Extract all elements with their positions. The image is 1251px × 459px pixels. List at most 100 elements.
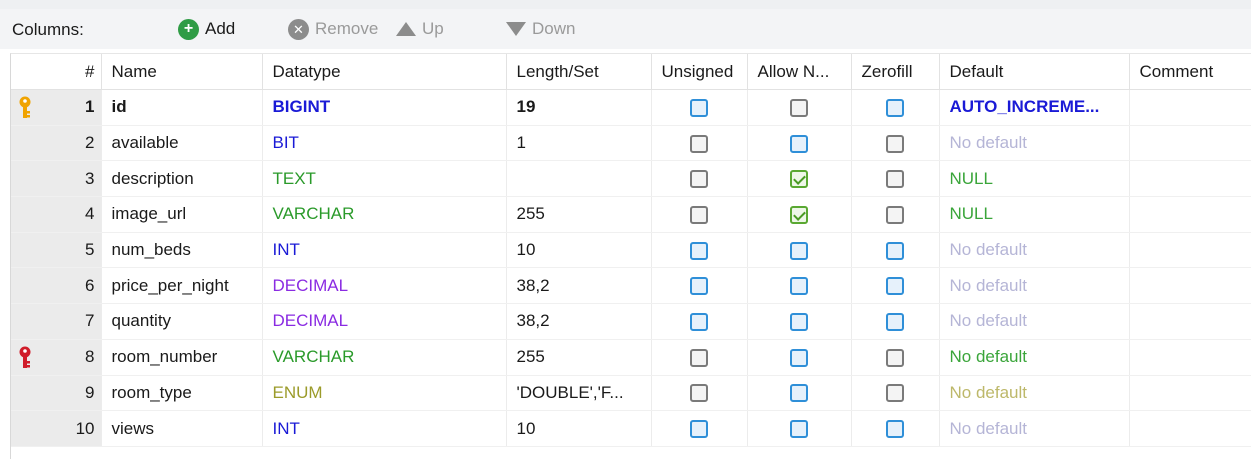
default-cell[interactable]: No default bbox=[939, 410, 1130, 447]
comment-cell[interactable] bbox=[1129, 89, 1251, 126]
allow-null-checkbox[interactable] bbox=[790, 277, 808, 296]
allow-null-checkbox[interactable] bbox=[790, 134, 808, 153]
comment-cell[interactable] bbox=[1129, 196, 1251, 233]
length-cell[interactable]: 1 bbox=[506, 125, 652, 162]
column-header-name[interactable]: Name bbox=[101, 54, 263, 90]
zerofill-checkbox[interactable] bbox=[886, 312, 904, 331]
move-down-button[interactable]: Down bbox=[506, 15, 575, 43]
unsigned-checkbox[interactable] bbox=[690, 420, 708, 439]
comment-cell[interactable] bbox=[1129, 410, 1251, 447]
comment-cell[interactable] bbox=[1129, 375, 1251, 412]
table-row[interactable]: 2 available BIT 1 No default bbox=[11, 125, 1251, 162]
zerofill-checkbox[interactable] bbox=[886, 348, 904, 367]
table-row[interactable]: 8 room_number VARCHAR 255 No default bbox=[11, 339, 1251, 376]
column-name-cell[interactable]: room_number bbox=[101, 339, 263, 376]
table-row[interactable]: 3 description TEXT NULL bbox=[11, 160, 1251, 198]
comment-cell[interactable] bbox=[1129, 232, 1251, 269]
default-cell[interactable]: No default bbox=[939, 375, 1130, 412]
zerofill-checkbox[interactable] bbox=[886, 277, 904, 296]
default-cell[interactable]: AUTO_INCREME... bbox=[939, 89, 1130, 126]
length-cell[interactable]: 19 bbox=[506, 89, 652, 126]
allow-null-checkbox[interactable] bbox=[790, 312, 808, 331]
datatype-cell[interactable]: VARCHAR bbox=[262, 339, 507, 376]
allow-null-checkbox[interactable] bbox=[790, 348, 808, 367]
zerofill-checkbox[interactable] bbox=[886, 134, 904, 153]
comment-cell[interactable] bbox=[1129, 339, 1251, 376]
default-cell[interactable]: No default bbox=[939, 303, 1130, 340]
allow-null-checkbox[interactable] bbox=[790, 384, 808, 403]
table-row[interactable]: 4 image_url VARCHAR 255 NULL bbox=[11, 196, 1251, 233]
column-name-cell[interactable]: views bbox=[101, 410, 263, 447]
table-row[interactable]: 6 price_per_night DECIMAL 38,2 No default bbox=[11, 267, 1251, 305]
length-cell[interactable]: 10 bbox=[506, 232, 652, 269]
default-cell[interactable]: No default bbox=[939, 125, 1130, 162]
datatype-cell[interactable]: ENUM bbox=[262, 375, 507, 412]
default-cell[interactable]: No default bbox=[939, 267, 1130, 305]
unsigned-checkbox[interactable] bbox=[690, 241, 708, 260]
zerofill-checkbox[interactable] bbox=[886, 420, 904, 439]
allow-null-checkbox[interactable] bbox=[790, 205, 808, 224]
zerofill-checkbox[interactable] bbox=[886, 98, 904, 117]
column-header-zerofill[interactable]: Zerofill bbox=[851, 54, 940, 90]
unsigned-checkbox[interactable] bbox=[690, 205, 708, 224]
column-header-datatype[interactable]: Datatype bbox=[262, 54, 507, 90]
column-name-cell[interactable]: image_url bbox=[101, 196, 263, 233]
length-cell[interactable] bbox=[506, 160, 652, 198]
length-cell[interactable]: 38,2 bbox=[506, 303, 652, 340]
add-column-button[interactable]: + Add bbox=[178, 15, 235, 43]
unsigned-checkbox[interactable] bbox=[690, 170, 708, 189]
comment-cell[interactable] bbox=[1129, 303, 1251, 340]
zerofill-checkbox[interactable] bbox=[886, 241, 904, 260]
datatype-cell[interactable]: VARCHAR bbox=[262, 196, 507, 233]
default-cell[interactable]: No default bbox=[939, 339, 1130, 376]
comment-cell[interactable] bbox=[1129, 160, 1251, 198]
table-row[interactable]: 1 id BIGINT 19 AUTO_INCREME... bbox=[11, 89, 1251, 126]
column-header-unsigned[interactable]: Unsigned bbox=[651, 54, 748, 90]
length-cell[interactable]: 'DOUBLE','F... bbox=[506, 375, 652, 412]
zerofill-checkbox[interactable] bbox=[886, 170, 904, 189]
comment-cell[interactable] bbox=[1129, 267, 1251, 305]
allow-null-checkbox[interactable] bbox=[790, 170, 808, 189]
table-row[interactable]: 5 num_beds INT 10 No default bbox=[11, 232, 1251, 269]
length-cell[interactable]: 38,2 bbox=[506, 267, 652, 305]
column-name-cell[interactable]: price_per_night bbox=[101, 267, 263, 305]
column-header-allow-null[interactable]: Allow N... bbox=[747, 54, 852, 90]
column-header-length[interactable]: Length/Set bbox=[506, 54, 652, 90]
default-cell[interactable]: NULL bbox=[939, 160, 1130, 198]
length-cell[interactable]: 255 bbox=[506, 339, 652, 376]
allow-null-checkbox[interactable] bbox=[790, 241, 808, 260]
column-header-number[interactable]: # bbox=[41, 54, 102, 90]
column-name-cell[interactable]: num_beds bbox=[101, 232, 263, 269]
datatype-cell[interactable]: TEXT bbox=[262, 160, 507, 198]
datatype-cell[interactable]: DECIMAL bbox=[262, 267, 507, 305]
allow-null-checkbox[interactable] bbox=[790, 98, 808, 117]
zerofill-checkbox[interactable] bbox=[886, 205, 904, 224]
zerofill-checkbox[interactable] bbox=[886, 384, 904, 403]
length-cell[interactable]: 10 bbox=[506, 410, 652, 447]
remove-column-button[interactable]: ✕ Remove bbox=[288, 15, 378, 43]
table-row[interactable]: 9 room_type ENUM 'DOUBLE','F... No default bbox=[11, 375, 1251, 412]
column-header-comment[interactable]: Comment bbox=[1129, 54, 1251, 90]
default-cell[interactable]: NULL bbox=[939, 196, 1130, 233]
datatype-cell[interactable]: BIT bbox=[262, 125, 507, 162]
datatype-cell[interactable]: INT bbox=[262, 232, 507, 269]
column-name-cell[interactable]: room_type bbox=[101, 375, 263, 412]
datatype-cell[interactable]: DECIMAL bbox=[262, 303, 507, 340]
unsigned-checkbox[interactable] bbox=[690, 277, 708, 296]
column-name-cell[interactable]: available bbox=[101, 125, 263, 162]
unsigned-checkbox[interactable] bbox=[690, 134, 708, 153]
move-up-button[interactable]: Up bbox=[396, 15, 444, 43]
allow-null-checkbox[interactable] bbox=[790, 420, 808, 439]
length-cell[interactable]: 255 bbox=[506, 196, 652, 233]
column-name-cell[interactable]: quantity bbox=[101, 303, 263, 340]
column-name-cell[interactable]: id bbox=[101, 89, 263, 126]
unsigned-checkbox[interactable] bbox=[690, 312, 708, 331]
column-name-cell[interactable]: description bbox=[101, 160, 263, 198]
table-row[interactable]: 10 views INT 10 No default bbox=[11, 410, 1251, 447]
datatype-cell[interactable]: BIGINT bbox=[262, 89, 507, 126]
column-header-default[interactable]: Default bbox=[939, 54, 1130, 90]
comment-cell[interactable] bbox=[1129, 125, 1251, 162]
unsigned-checkbox[interactable] bbox=[690, 348, 708, 367]
unsigned-checkbox[interactable] bbox=[690, 98, 708, 117]
unsigned-checkbox[interactable] bbox=[690, 384, 708, 403]
